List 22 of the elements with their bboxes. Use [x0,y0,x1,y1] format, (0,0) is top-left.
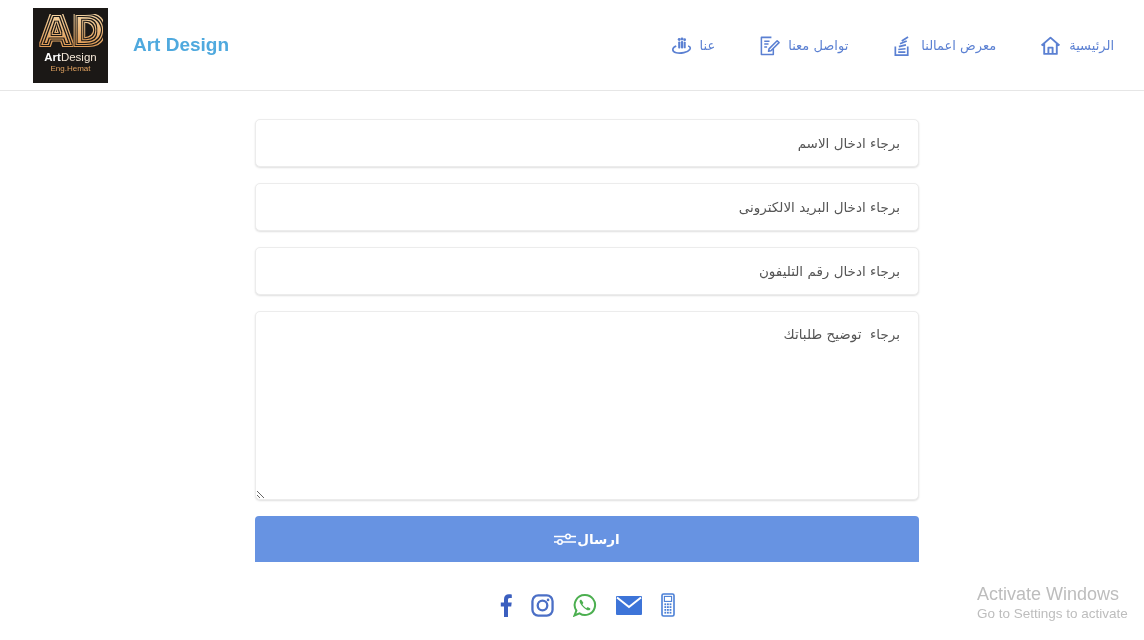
brand-name[interactable]: Art Design [133,34,230,56]
activation-message: Go to Settings to activate [977,605,1128,623]
nav-link[interactable]: معرض اعمالنا [892,34,997,56]
send-button[interactable]: ارسال [255,516,919,562]
logo-tagline: Eng.Hemat [50,63,91,74]
input-field[interactable]: برجاء ادخال الاسم [255,119,919,167]
phone-icon[interactable] [660,593,675,617]
nav-link[interactable]: تواصل معنا [759,34,849,56]
textarea-field[interactable]: برجاء توضيح طلباتك [255,311,919,500]
mail-icon[interactable] [615,595,642,615]
whatsapp-icon[interactable] [572,593,597,617]
logo-wordmark: ArtDesign [44,50,97,64]
instagram-icon[interactable] [530,593,554,617]
home-icon [1040,34,1062,56]
input-field[interactable]: برجاء ادخال رقم التليفون [255,247,919,295]
facebook-icon[interactable] [499,593,512,617]
nav-link[interactable]: الرئيسية [1040,34,1114,56]
sliders-icon [554,533,577,545]
activation-title: Activate Windows [977,583,1121,605]
nav-link[interactable]: عنا [670,34,716,56]
input-field[interactable]: برجاء ادخال البريد الالكترونى [255,183,919,231]
note-edit-icon [759,34,781,56]
